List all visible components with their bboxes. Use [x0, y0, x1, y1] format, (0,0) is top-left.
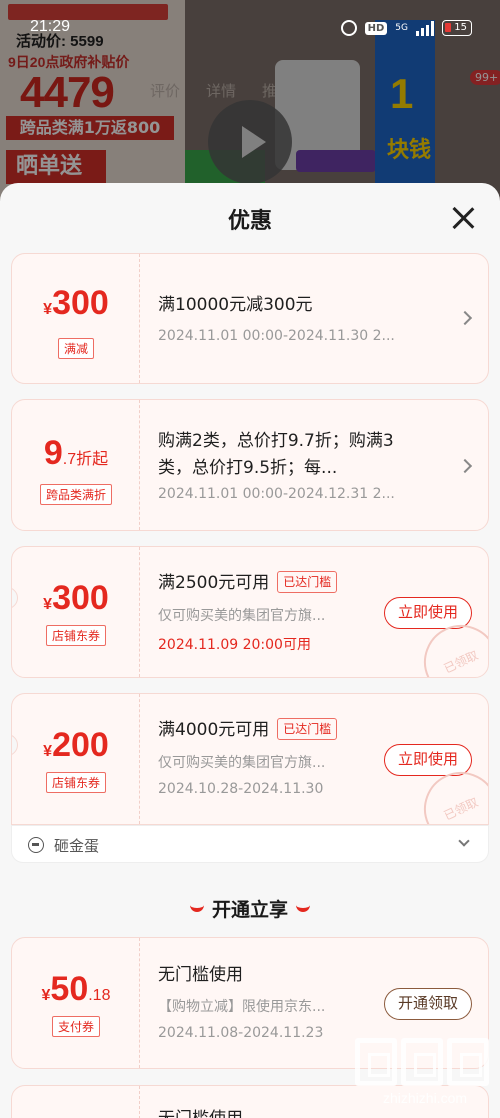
coupon-left: ¥300 店铺东券 [12, 547, 140, 677]
coupon-amount: 9.7折起 [43, 434, 109, 472]
watermark-url: zhizhizhi.com [382, 1090, 468, 1106]
smile-left-icon [189, 904, 204, 912]
status-bar: 21:29 HD 5G 15 [0, 0, 500, 60]
coupon-card: ¥300 店铺东券 满2500元可用 已达门槛 仅可购买美的集团官方旗... 20… [11, 546, 489, 678]
chevron-down-icon[interactable] [458, 835, 470, 847]
site-watermark: zhizhizhi.com [355, 1038, 495, 1116]
coupon-left: ¥50.18 支付券 [12, 938, 140, 1068]
coupon-type-tag: 支付券 [12, 1016, 140, 1037]
coupon-title: 无门槛使用 [158, 965, 243, 985]
status-icons: HD 5G 15 [340, 20, 472, 36]
coupon-amount: ¥300 [43, 284, 109, 322]
coupon-validity: 2024.11.01 00:00-2024.12.31 2... [158, 486, 395, 502]
network-label: 5G [395, 23, 408, 33]
status-time: 21:29 [30, 18, 71, 35]
coupon-validity: 2024.11.08-2024.11.23 [158, 1025, 324, 1041]
golden-egg-label: 砸金蛋 [54, 837, 100, 855]
coupon-scope: 仅可购买美的集团官方旗... [158, 755, 326, 771]
threshold-badge: 已达门槛 [277, 571, 338, 593]
coupon-validity: 2024.11.01 00:00-2024.11.30 2... [158, 328, 395, 344]
sheet-header: 优惠 [0, 183, 500, 253]
coupon-scope: 【购物立减】限使用京东... [158, 999, 326, 1015]
coupon-title: 购满2类，总价打9.7折；购满3类，总价打9.5折；每... [158, 431, 394, 478]
coupon-left [12, 1086, 140, 1118]
sheet-title: 优惠 [227, 209, 272, 234]
coupon-amount: ¥200 [43, 726, 109, 764]
threshold-badge: 已达门槛 [277, 718, 338, 740]
activate-claim-button[interactable]: 开通领取 [384, 988, 472, 1020]
coupon-title: 满10000元减300元 [158, 295, 313, 315]
coupon-title: 无门槛使用 [158, 1106, 243, 1118]
battery-icon: 15 [442, 20, 472, 36]
offers-sheet: 优惠 ¥300 满减 满10000元减300元 2024.11.01 00:00… [0, 183, 500, 1118]
coupon-validity: 2024.10.28-2024.11.30 [158, 781, 324, 797]
coupon-left: ¥300 满减 [12, 254, 140, 383]
coupon-type-tag: 跨品类满折 [12, 484, 140, 505]
coupon-card[interactable]: 9.7折起 跨品类满折 购满2类，总价打9.7折；购满3类，总价打9.5折；每.… [11, 399, 489, 531]
chevron-right-icon[interactable] [457, 310, 473, 326]
signal-icon [416, 20, 434, 36]
watermark-logo [355, 1038, 495, 1086]
golden-egg-icon [28, 837, 44, 853]
coupon-validity: 2024.11.09 20:00可用 [158, 637, 311, 653]
coupon-left: 9.7折起 跨品类满折 [12, 400, 140, 530]
coupon-type-tag: 店铺东券 [12, 772, 140, 793]
close-icon[interactable] [448, 203, 478, 233]
coupon-type-tag: 店铺东券 [12, 625, 140, 646]
coupon-amount: ¥50.18 [41, 970, 111, 1008]
section-title: 开通立享 [0, 895, 500, 922]
golden-egg-row[interactable]: 砸金蛋 [11, 825, 489, 863]
hd-icon: HD [364, 21, 388, 35]
chevron-right-icon[interactable] [457, 458, 473, 474]
coupon-title: 满4000元可用 已达门槛 [158, 717, 338, 744]
coupon-amount: ¥300 [43, 579, 109, 617]
coupon-card[interactable]: ¥300 满减 满10000元减300元 2024.11.01 00:00-20… [11, 253, 489, 384]
coupon-card: ¥200 店铺东券 满4000元可用 已达门槛 仅可购买美的集团官方旗... 20… [11, 693, 489, 825]
coupon-left: ¥200 店铺东券 [12, 694, 140, 824]
coupon-type-tag: 满减 [12, 338, 140, 359]
smile-right-icon [296, 904, 310, 912]
coupon-scope: 仅可购买美的集团官方旗... [158, 608, 326, 624]
alarm-icon [340, 20, 357, 36]
coupon-title: 满2500元可用 已达门槛 [158, 570, 338, 597]
